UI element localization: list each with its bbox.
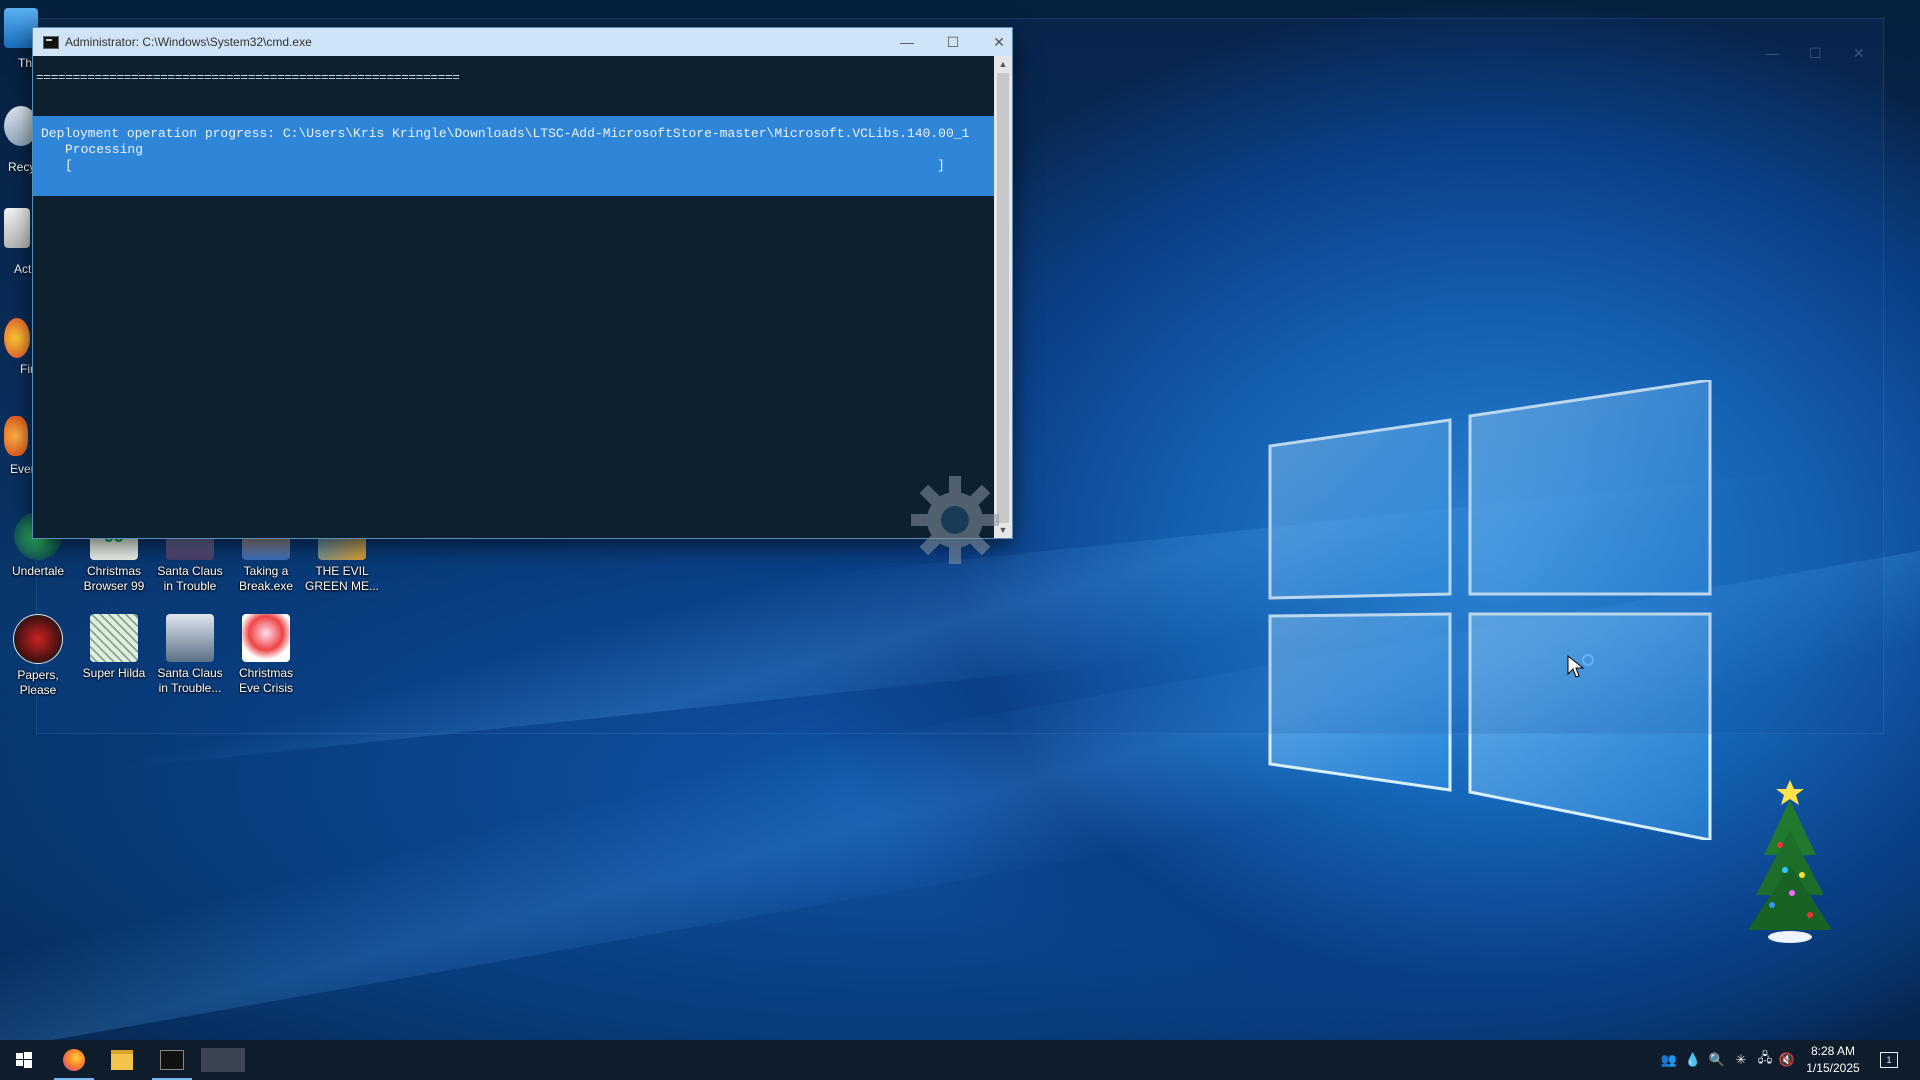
clock-date: 1/15/2025 xyxy=(1806,1061,1860,1075)
console-output[interactable]: ========================================… xyxy=(33,56,994,538)
super-hilda-icon xyxy=(90,614,138,662)
firefox-icon xyxy=(63,1049,85,1071)
progress-status-text: Processing xyxy=(65,142,144,157)
sparkle-icon[interactable]: ✳ xyxy=(1730,1040,1752,1080)
taskbar: 👥 💧 🔍 ✳ 🖧 🔇 8:28 AM 1/15/2025 1 xyxy=(0,1040,1920,1080)
window-thumbnail-icon xyxy=(201,1048,245,1072)
christmas-eve-icon xyxy=(242,614,290,662)
console-separator: ========================================… xyxy=(36,70,460,85)
desktop-icon-santa-claus-in-trouble-2[interactable]: Santa Claus in Trouble... xyxy=(152,614,228,696)
taskbar-firefox[interactable] xyxy=(50,1040,98,1080)
scroll-thumb[interactable] xyxy=(997,73,1009,523)
clock-time: 8:28 AM xyxy=(1810,1044,1856,1058)
desktop-icon-christmas-eve-crisis[interactable]: Christmas Eve Crisis xyxy=(228,614,304,696)
deployment-progress-box: Deployment operation progress: C:\Users\… xyxy=(33,116,994,196)
cmd-window[interactable]: Administrator: C:\Windows\System32\cmd.e… xyxy=(32,27,1013,539)
cmd-window-title: Administrator: C:\Windows\System32\cmd.e… xyxy=(65,35,312,49)
ghost-minimize-icon: — xyxy=(1765,45,1779,61)
document-icon xyxy=(4,208,30,248)
taskbar-file-explorer[interactable] xyxy=(98,1040,146,1080)
people-icon[interactable]: 👥 xyxy=(1658,1040,1680,1080)
volume-muted-icon[interactable]: 🔇 xyxy=(1776,1040,1798,1080)
notification-icon: 1 xyxy=(1880,1052,1898,1068)
console-scrollbar[interactable]: ▲ ▼ xyxy=(994,56,1012,538)
notification-center-button[interactable]: 1 xyxy=(1874,1040,1904,1080)
flame-icon xyxy=(4,318,30,358)
busy-gear-icon xyxy=(911,476,999,564)
droplet-icon[interactable]: 💧 xyxy=(1682,1040,1704,1080)
papers-please-icon xyxy=(13,614,63,664)
desktop-icon-papers-please[interactable]: Papers, Please xyxy=(0,614,76,698)
santa-trouble-2-icon xyxy=(166,614,214,662)
folder-icon xyxy=(111,1050,133,1070)
ghost-maximize-icon: ☐ xyxy=(1809,45,1822,61)
scroll-up-icon[interactable]: ▲ xyxy=(994,56,1012,72)
fire-icon xyxy=(4,416,28,456)
close-button[interactable]: ✕ xyxy=(976,28,1022,56)
terminal-icon xyxy=(43,35,59,49)
maximize-button[interactable]: ☐ xyxy=(930,28,976,56)
taskbar-command-prompt[interactable] xyxy=(148,1040,196,1080)
mouse-cursor-icon xyxy=(1567,654,1594,678)
ghost-close-icon: ✕ xyxy=(1853,45,1865,61)
terminal-icon xyxy=(160,1050,184,1070)
network-icon[interactable]: 🖧 xyxy=(1754,1040,1776,1080)
progress-bar-right-bracket: ] xyxy=(937,158,945,173)
christmas-tree-gadget[interactable] xyxy=(1740,775,1840,945)
progress-bar-left-bracket: [ xyxy=(65,158,73,173)
cmd-titlebar[interactable]: Administrator: C:\Windows\System32\cmd.e… xyxy=(33,28,1012,56)
search-tray-icon[interactable]: 🔍 xyxy=(1706,1040,1728,1080)
taskbar-open-window[interactable] xyxy=(198,1040,248,1080)
desktop-icon-super-hilda[interactable]: Super Hilda xyxy=(76,614,152,681)
minimize-button[interactable]: — xyxy=(884,28,930,56)
progress-path-text: Deployment operation progress: C:\Users\… xyxy=(41,126,970,141)
taskbar-clock[interactable]: 8:28 AM 1/15/2025 xyxy=(1798,1043,1868,1077)
windows-start-icon xyxy=(16,1052,32,1068)
start-button[interactable] xyxy=(0,1040,48,1080)
